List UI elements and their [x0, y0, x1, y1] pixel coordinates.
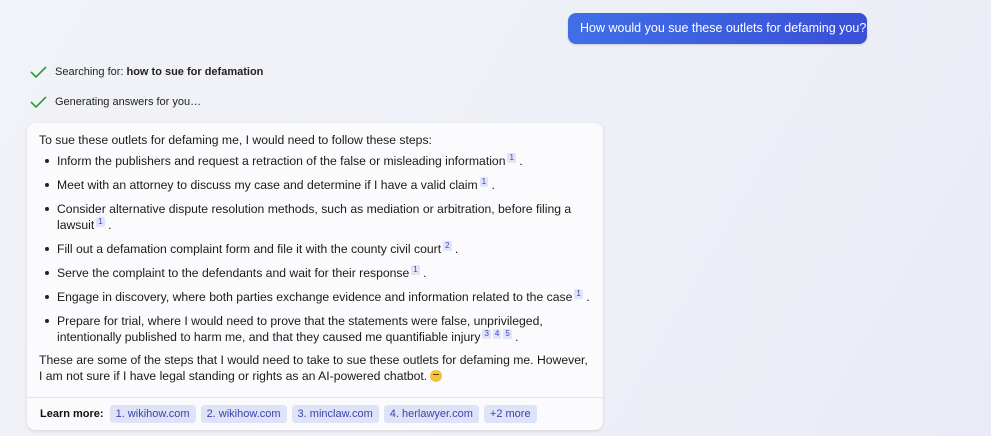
step-text: Fill out a defamation complaint form and…	[57, 242, 442, 256]
citation-badge[interactable]: 1	[479, 177, 489, 187]
learn-more-link[interactable]: 1. wikihow.com	[109, 405, 196, 423]
checkmark-icon	[30, 66, 47, 78]
answer-intro: To sue these outlets for defaming me, I …	[39, 133, 432, 147]
step-text: Meet with an attorney to discuss my case…	[57, 178, 478, 192]
step-item: Prepare for trial, where I would need to…	[39, 313, 591, 345]
learn-more-links: 1. wikihow.com 2. wikihow.com 3. minclaw.c…	[109, 405, 542, 423]
answer-closing: These are some of the steps that I would…	[39, 352, 591, 384]
learn-more-link[interactable]: +2 more	[483, 405, 537, 423]
step-text: Inform the publishers and request a retr…	[57, 154, 506, 168]
checkmark-icon	[30, 96, 47, 108]
citation-badge[interactable]: 1	[507, 153, 516, 163]
step-item: Meet with an attorney to discuss my case…	[39, 177, 591, 193]
citation-badge[interactable]: 1	[574, 289, 583, 299]
status-searching: Searching for: how to sue for defamation	[30, 66, 263, 78]
closing-text: These are some of the steps that I would…	[39, 353, 588, 383]
learn-more-link[interactable]: 2. wikihow.com	[200, 405, 287, 423]
citation-badge[interactable]: 2	[443, 241, 452, 251]
status-prefix: Searching for:	[55, 66, 124, 78]
citation-badge[interactable]: 1	[96, 217, 105, 227]
citation-badge[interactable]: 1	[411, 265, 420, 275]
step-text: Consider alternative dispute resolution …	[57, 202, 572, 232]
answer-card: To sue these outlets for defaming me, I …	[27, 123, 603, 430]
citation-badge[interactable]: 5	[503, 329, 512, 339]
step-text: Engage in discovery, where both parties …	[57, 290, 573, 304]
confused-face-emoji-icon	[430, 370, 443, 382]
citation-badge[interactable]: 4	[492, 329, 502, 339]
step-item: Engage in discovery, where both parties …	[39, 289, 591, 305]
learn-more-label: Learn more:	[40, 408, 104, 420]
step-item: Fill out a defamation complaint form and…	[39, 241, 591, 257]
user-message-bubble: How would you sue these outlets for defa…	[568, 13, 867, 44]
step-item: Inform the publishers and request a retr…	[39, 153, 591, 169]
steps-list: Inform the publishers and request a retr…	[39, 153, 591, 345]
step-item: Serve the complaint to the defendants an…	[39, 265, 591, 281]
learn-more-link[interactable]: 3. minclaw.com	[291, 405, 379, 423]
status-text: Generating answers for you…	[55, 96, 202, 108]
step-text: Prepare for trial, where I would need to…	[57, 314, 543, 344]
learn-more-link[interactable]: 4. herlawyer.com	[383, 405, 479, 423]
search-query: how to sue for defamation	[126, 66, 264, 78]
step-text: Serve the complaint to the defendants an…	[57, 266, 410, 280]
citation-badge[interactable]: 3	[482, 329, 491, 339]
step-item: Consider alternative dispute resolution …	[39, 201, 591, 233]
learn-more-bar: Learn more: 1. wikihow.com 2. wikihow.com…	[27, 397, 603, 430]
status-generating: Generating answers for you…	[30, 96, 201, 108]
